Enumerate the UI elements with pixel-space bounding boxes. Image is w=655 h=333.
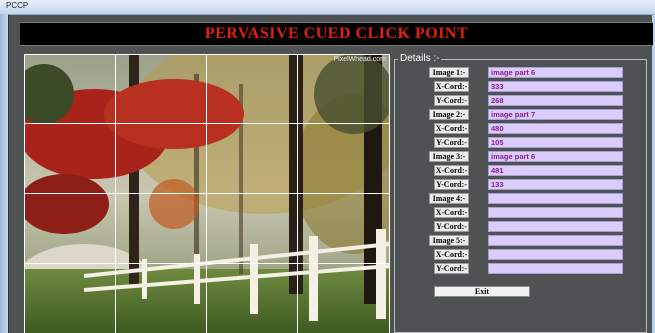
window-left-border xyxy=(0,14,8,333)
image-4-x-label: X-Cord:- xyxy=(434,207,469,218)
image-5-x-label: X-Cord:- xyxy=(434,249,469,260)
image-part-16[interactable] xyxy=(297,263,390,333)
image-3-y-label: Y-Cord:- xyxy=(434,179,469,190)
image-part-7[interactable] xyxy=(206,123,298,194)
image-3-field[interactable]: image part 6 xyxy=(488,151,623,162)
image-5-label: Image 5:- xyxy=(429,235,469,246)
image-2-x-label: X-Cord:- xyxy=(434,123,469,134)
image-part-10[interactable] xyxy=(115,193,207,264)
image-part-6[interactable] xyxy=(115,123,207,194)
image-part-8[interactable] xyxy=(297,123,390,194)
image-3-x-label: X-Cord:- xyxy=(434,165,469,176)
image-5-field[interactable] xyxy=(488,235,623,246)
image-part-4[interactable] xyxy=(297,54,390,124)
app-title: PERVASIVE CUED CLICK POINT xyxy=(204,25,469,42)
image-1-x-label: X-Cord:- xyxy=(434,81,469,92)
image-2-y-field[interactable]: 105 xyxy=(488,137,623,148)
image-4-y-label: Y-Cord:- xyxy=(434,221,469,232)
image-2-field[interactable]: image part 7 xyxy=(488,109,623,120)
image-1-field[interactable]: image part 6 xyxy=(488,67,623,78)
image-part-3[interactable] xyxy=(206,54,298,124)
window-titlebar: PCCP xyxy=(0,0,655,15)
image-1-x-field[interactable]: 333 xyxy=(488,81,623,92)
image-3-label: Image 3:- xyxy=(429,151,469,162)
forest-image-panel[interactable]: PixelWhead.com xyxy=(24,54,390,333)
image-5-x-field[interactable] xyxy=(488,249,623,260)
image-5-y-field[interactable] xyxy=(488,263,623,274)
image-2-label: Image 2:- xyxy=(429,109,469,120)
image-1-label: Image 1:- xyxy=(429,67,469,78)
image-part-13[interactable] xyxy=(24,263,116,333)
image-part-12[interactable] xyxy=(297,193,390,264)
image-part-14[interactable] xyxy=(115,263,207,333)
image-part-2[interactable] xyxy=(115,54,207,124)
image-part-1[interactable] xyxy=(24,54,116,124)
image-part-9[interactable] xyxy=(24,193,116,264)
details-legend: Details :- xyxy=(398,53,442,64)
main-form: PERVASIVE CUED CLICK POINT PixelWhead.co… xyxy=(8,15,653,333)
image-1-y-label: Y-Cord:- xyxy=(434,95,469,106)
image-3-x-field[interactable]: 481 xyxy=(488,165,623,176)
image-1-y-field[interactable]: 268 xyxy=(488,95,623,106)
image-part-15[interactable] xyxy=(206,263,298,333)
app-banner: PERVASIVE CUED CLICK POINT xyxy=(20,22,653,46)
exit-button[interactable]: Exit xyxy=(434,286,530,297)
window-title: PCCP xyxy=(6,1,29,10)
image-4-label: Image 4:- xyxy=(429,193,469,204)
image-part-5[interactable] xyxy=(24,123,116,194)
image-4-field[interactable] xyxy=(488,193,623,204)
image-3-y-field[interactable]: 133 xyxy=(488,179,623,190)
image-4-x-field[interactable] xyxy=(488,207,623,218)
image-watermark: PixelWhead.com xyxy=(333,56,386,63)
image-5-y-label: Y-Cord:- xyxy=(434,263,469,274)
image-2-x-field[interactable]: 480 xyxy=(488,123,623,134)
image-4-y-field[interactable] xyxy=(488,221,623,232)
image-part-11[interactable] xyxy=(206,193,298,264)
image-2-y-label: Y-Cord:- xyxy=(434,137,469,148)
